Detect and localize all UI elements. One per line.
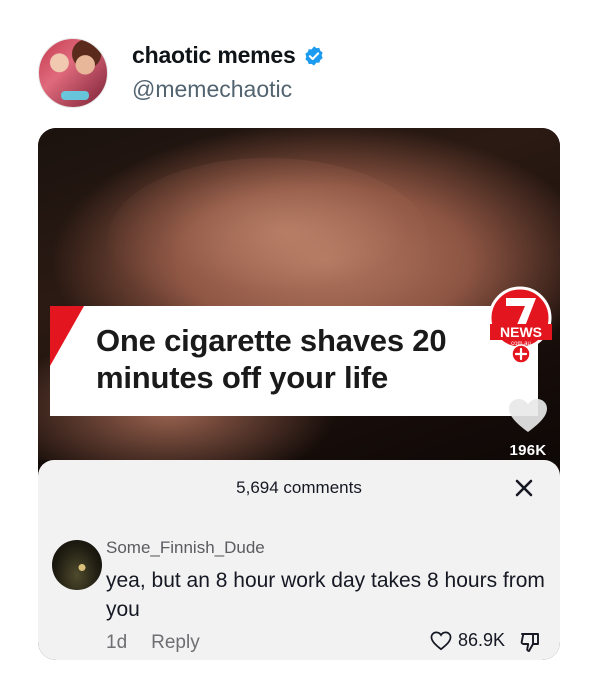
comment-age: 1d	[106, 632, 128, 653]
display-name[interactable]: chaotic memes	[132, 42, 296, 69]
close-icon[interactable]	[510, 474, 538, 502]
comments-count: 5,694 comments	[236, 478, 362, 497]
display-name-row[interactable]: chaotic memes	[132, 42, 325, 69]
heart-outline-icon	[430, 630, 452, 650]
comment-meta: 1d Reply	[106, 632, 200, 654]
comment-like-button[interactable]: 86.9K	[430, 630, 505, 651]
headline-text: One cigarette shaves 20 minutes off your…	[96, 323, 447, 395]
commenter-avatar[interactable]	[52, 540, 102, 590]
verified-badge-icon	[304, 45, 323, 66]
comments-sheet: 5,694 comments Some_Finnish_Dude yea, bu…	[38, 460, 560, 660]
media-card[interactable]: One cigarette shaves 20 minutes off your…	[38, 128, 560, 660]
video-like-count: 196K	[509, 442, 547, 459]
profile-avatar[interactable]	[38, 38, 108, 108]
headline-banner: One cigarette shaves 20 minutes off your…	[50, 306, 538, 416]
comment-like-count: 86.9K	[458, 630, 506, 650]
user-handle[interactable]: @memechaotic	[132, 76, 292, 103]
svg-text:NEWS: NEWS	[500, 324, 542, 340]
reply-button[interactable]: Reply	[151, 632, 200, 654]
comment-username[interactable]: Some_Finnish_Dude	[106, 538, 265, 558]
tweet-header: chaotic memes @memechaotic	[38, 38, 558, 108]
dislike-icon[interactable]	[518, 630, 542, 654]
heart-icon[interactable]	[508, 398, 548, 434]
banner-red-flag	[50, 306, 84, 366]
comment-text: yea, but an 8 hour work day takes 8 hour…	[106, 569, 545, 621]
7news-logo-icon: NEWS com.au	[488, 286, 552, 364]
avatar-sticker	[61, 91, 89, 100]
